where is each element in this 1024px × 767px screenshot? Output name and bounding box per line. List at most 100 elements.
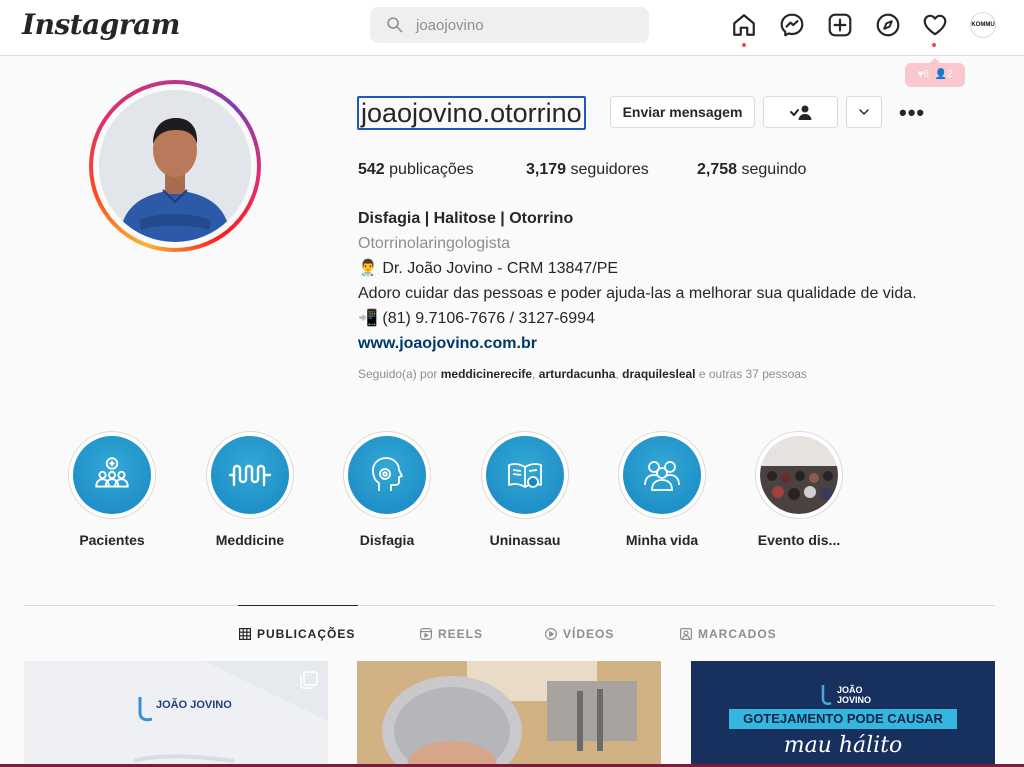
- follows-person-icon: 👤: [934, 69, 947, 80]
- highlight-pacientes[interactable]: Pacientes: [57, 431, 167, 548]
- suggestions-dropdown-button[interactable]: [846, 96, 882, 128]
- profile-photo[interactable]: [99, 90, 251, 242]
- search-icon: [387, 17, 403, 33]
- highlight-cover: [348, 436, 426, 514]
- patients-icon: [95, 457, 129, 488]
- highlight-uninassau[interactable]: Uninassau: [470, 431, 580, 548]
- more-options-icon[interactable]: •••: [899, 100, 925, 126]
- profile-category: Otorrinolaringologista: [358, 235, 511, 252]
- highlight-ring: [481, 431, 569, 519]
- chevron-down-icon: [859, 109, 869, 115]
- home-icon[interactable]: [731, 12, 757, 38]
- followers-stat[interactable]: 3,179 seguidores: [526, 161, 649, 179]
- post-thumbnail[interactable]: JOÃO JOVINO: [24, 661, 328, 767]
- messenger-icon[interactable]: [779, 12, 805, 38]
- posts-stat[interactable]: 542 publicações: [358, 161, 474, 179]
- heart-icon[interactable]: [922, 12, 948, 38]
- post-headline: GOTEJAMENTO PODE CAUSAR: [743, 711, 943, 726]
- event-photo: [760, 436, 838, 514]
- meddicine-logo-icon: [228, 464, 272, 487]
- highlight-label: Uninassau: [489, 532, 561, 548]
- followed-by-user: meddicinerecife: [440, 367, 533, 381]
- post-photo: [357, 661, 661, 767]
- post-brand-text: JOÃO JOVINO: [156, 699, 232, 711]
- followed-by-text[interactable]: Seguido(a) por meddicinerecife, arturdac…: [358, 367, 807, 381]
- activity-notification-badge[interactable]: ♥6 👤2: [905, 58, 965, 87]
- followers-count: 3,179: [526, 161, 567, 178]
- followed-by-suffix: e outras 37 pessoas: [698, 367, 807, 381]
- explore-icon[interactable]: [875, 12, 901, 38]
- grid-icon: [239, 628, 251, 640]
- highlight-evento[interactable]: Evento dis...: [744, 431, 854, 548]
- following-label: seguindo: [741, 161, 807, 178]
- post-thumbnail[interactable]: [357, 661, 661, 767]
- user-avatar[interactable]: KOMMU: [970, 12, 996, 38]
- posts-label: publicações: [389, 161, 474, 178]
- tab-reels[interactable]: REELS: [420, 627, 483, 641]
- highlight-cover: [486, 436, 564, 514]
- search-input[interactable]: joaojovino: [370, 7, 649, 43]
- likes-count: 6: [923, 69, 929, 80]
- profile-photo-illustration: [99, 90, 251, 242]
- tab-marcados[interactable]: MARCADOS: [680, 627, 777, 641]
- home-notification-dot: [742, 43, 746, 47]
- highlight-label: Minha vida: [625, 532, 699, 548]
- highlight-ring: [68, 431, 156, 519]
- reels-icon: [420, 628, 432, 640]
- highlight-label: Meddicine: [215, 532, 285, 548]
- tab-label: VÍDEOS: [563, 627, 615, 641]
- follows-count: 2: [946, 69, 953, 80]
- video-icon: [545, 628, 557, 640]
- head-icon: [372, 457, 403, 491]
- bio-line-description: Adoro cuidar das pessoas e poder ajuda-l…: [358, 285, 917, 302]
- profile-bio: Disfagia | Halitose | Otorrino Otorrinol…: [358, 206, 978, 356]
- following-button[interactable]: [763, 96, 838, 128]
- send-message-button[interactable]: Enviar mensagem: [610, 96, 755, 128]
- bio-line-phone: 📲 (81) 9.7106-7676 / 3127-6994: [358, 310, 595, 327]
- post-script-text: mau hálito: [783, 733, 903, 758]
- post-brand-text: JOÃO JOVINO: [837, 685, 872, 705]
- tab-label: PUBLICAÇÕES: [257, 627, 356, 641]
- group-icon: [644, 461, 680, 491]
- followed-by-user: draquilesleal: [622, 367, 696, 381]
- highlight-ring: [618, 431, 706, 519]
- following-person-check-icon: [789, 105, 811, 120]
- profile-story-ring[interactable]: [89, 80, 261, 252]
- highlight-label: Pacientes: [79, 532, 145, 548]
- tabs-divider: [24, 605, 995, 606]
- followers-label: seguidores: [570, 161, 649, 178]
- highlight-cover: [73, 436, 151, 514]
- instagram-logo[interactable]: Instagram: [22, 8, 180, 41]
- avatar-label: KOMMU: [971, 22, 995, 28]
- tab-label: MARCADOS: [698, 627, 777, 641]
- carousel-icon: [300, 671, 318, 689]
- post-graphic: [24, 661, 328, 767]
- highlight-label: Disfagia: [359, 532, 415, 548]
- following-count: 2,758: [697, 161, 738, 178]
- tab-videos[interactable]: VÍDEOS: [545, 627, 614, 641]
- tab-label: REELS: [438, 627, 484, 641]
- active-tab-indicator: [238, 605, 358, 606]
- activity-notification-dot: [932, 43, 936, 47]
- tagged-icon: [680, 628, 692, 640]
- profile-full-name: Disfagia | Halitose | Otorrino: [358, 210, 574, 227]
- highlight-ring: [343, 431, 431, 519]
- new-post-icon[interactable]: [827, 12, 853, 38]
- highlight-cover: [211, 436, 289, 514]
- followed-by-prefix: Seguido(a) por: [358, 367, 438, 381]
- following-stat[interactable]: 2,758 seguindo: [697, 161, 806, 179]
- highlight-meddicine[interactable]: Meddicine: [195, 431, 305, 548]
- book-icon: [508, 463, 542, 488]
- bio-line-doctor: 👨‍⚕️ Dr. João Jovino - CRM 13847/PE: [358, 260, 619, 277]
- highlight-minha-vida[interactable]: Minha vida: [607, 431, 717, 548]
- tab-publicacoes[interactable]: PUBLICAÇÕES: [239, 627, 355, 641]
- profile-username[interactable]: joaojovino.otorrino: [357, 96, 586, 130]
- post-thumbnail[interactable]: JOÃO JOVINO GOTEJAMENTO PODE CAUSAR mau …: [691, 661, 995, 767]
- posts-count: 542: [358, 161, 385, 178]
- highlight-disfagia[interactable]: Disfagia: [332, 431, 442, 548]
- highlight-label: Evento dis...: [757, 532, 841, 548]
- top-navigation-bar: Instagram joaojovino KOMMU: [0, 0, 1024, 56]
- profile-website-link[interactable]: www.joaojovino.com.br: [358, 331, 978, 356]
- search-value: joaojovino: [416, 17, 484, 34]
- highlight-ring: [206, 431, 294, 519]
